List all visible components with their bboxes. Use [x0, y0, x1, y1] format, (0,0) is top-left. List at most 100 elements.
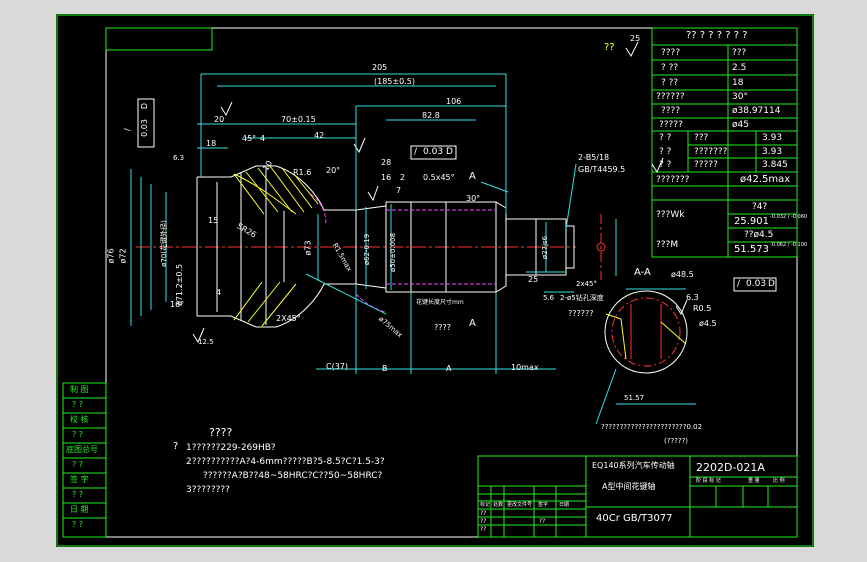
dim-b: B [382, 364, 388, 373]
spline-row-label: ? ?? [661, 78, 679, 88]
section-r05: R0.5 [693, 304, 712, 313]
spline-row-label: ???M [656, 240, 679, 250]
spline-row-value: 30° [732, 92, 748, 102]
section-note: ???????????????????????0.02 [601, 423, 703, 431]
spline-row-label: ? ?? [661, 63, 679, 73]
roughness-top-value: 25 [630, 34, 641, 43]
dim-185: (185±0.5) [374, 77, 415, 86]
spline-table-header: ?? ? ? ? ? ? ? [686, 30, 748, 41]
spline-row-value: ø38.97114 [732, 106, 781, 116]
dim-2x45: 2x45° [576, 280, 598, 288]
dim-4-b: 4 [216, 288, 222, 297]
dim-c37: C(37) [326, 362, 349, 371]
spline-row-label: ? ? [659, 160, 672, 170]
dim-phi71: ø71.2±0.5 [175, 263, 184, 306]
drawing-number: 2202D-021A [696, 461, 765, 474]
side-label: ? ? [72, 460, 84, 469]
dim-70-15: 70±0.15 [281, 115, 316, 124]
section-mark-a: A [469, 171, 476, 182]
spline-row-tolerance: -0.062 / -0.100 [770, 242, 808, 248]
spline-row-value-1: ??ø4.5 [744, 230, 774, 240]
tb-small-label: 阶 段 标 记 [696, 478, 721, 484]
dim-a: A [446, 364, 452, 373]
section-label: A-A [634, 267, 651, 278]
roughness-6-3: 6.3 [173, 154, 185, 162]
notes-line: 3???????? [186, 485, 230, 495]
tb-q-label: ?? [480, 526, 487, 533]
spline-row-value: ø42.5max [740, 174, 791, 185]
dim-phi62: ø62-0.19 [363, 233, 372, 266]
dim-25: 25 [528, 275, 539, 284]
dim-2x45-b: 2X45° [276, 314, 301, 323]
fcf-1-ref: D [140, 102, 150, 110]
material: 40Cr GB/T3077 [596, 513, 673, 524]
side-label: ? ? [72, 400, 84, 409]
spline-row-sub: ??? [694, 133, 709, 143]
dim-phi72: ø72 [118, 248, 128, 264]
section-phi48: ø48.5 [671, 270, 694, 279]
dim-205: 205 [372, 63, 388, 72]
dim-phi50: ø50±0.008 [389, 232, 398, 273]
dim-20deg: 20° [326, 166, 341, 175]
tb-small-label: 重 量 [748, 478, 760, 484]
spline-row-label: ? ? [659, 133, 672, 143]
section-phi45: ø4.5 [699, 319, 717, 328]
spline-row-value: 2.5 [732, 63, 747, 73]
spline-row-value-2: 51.573 [734, 244, 769, 255]
dim-4: 4 [260, 134, 266, 143]
dim-phi73: ø73 [303, 240, 313, 256]
side-label: 签 字 [70, 475, 89, 484]
dim-b5-note: 2-ø5钻孔深度 [560, 294, 604, 302]
dim-centre-hole: 2-B5/18 [578, 153, 610, 162]
section-paren: (?????) [664, 437, 689, 445]
drawing-sheet: ?? ? ? ? ? ? ? ?? 25 ???? ??? ? ?? 2.5 ?… [56, 14, 814, 547]
label-qqqq: ???? [434, 323, 451, 332]
side-label: 日 期 [70, 505, 89, 514]
spline-row-value: ??? [732, 48, 747, 58]
notes-line: ??????A?B??48~58HRC?C??50~58HRC? [203, 471, 383, 481]
section-mark-a-bottom: A [469, 318, 476, 329]
spline-row-value: 3.845 [762, 160, 788, 170]
dim-18: 18 [206, 139, 217, 148]
tb-q-label: ?? [480, 510, 487, 517]
dim-20: 20 [214, 115, 225, 124]
spline-row-label: ?????? [656, 92, 685, 102]
fcf-3-sym: / [737, 279, 741, 289]
dim-10max: 10max [511, 363, 539, 372]
spline-row-tolerance: -0.032 / -0.060 [770, 214, 808, 220]
spline-row-label: ? ? [659, 147, 672, 157]
side-label: 校 核 [70, 415, 89, 424]
dim-2: 2 [400, 173, 406, 182]
spline-row-value-1: ?4? [752, 202, 768, 212]
dim-106: 106 [446, 97, 462, 106]
spline-row-label: ???? [661, 48, 681, 58]
notes-title: ???? [209, 426, 233, 439]
spline-row-label: ???? [661, 106, 681, 116]
dim-5-6: 5.6 [543, 294, 555, 302]
spline-row-value: 3.93 [762, 147, 783, 157]
notes-line: 1??????229-269HB? [186, 443, 276, 453]
dim-15: 15 [208, 216, 219, 225]
roughness-header: ?? [604, 42, 615, 53]
tb-grid-label: 签字 [538, 502, 549, 508]
dim-gb4459: GB/T4459.5 [578, 165, 626, 174]
tb-q-label: ?? [539, 518, 546, 525]
spline-row-label: ??????? [656, 175, 690, 185]
tb-grid-label: 标记 [480, 502, 491, 508]
side-label: ? ? [72, 490, 84, 499]
roughness-12-5: 12.5 [198, 338, 214, 346]
side-label: ? ? [72, 520, 84, 529]
section-roughness: 6.3 [686, 293, 699, 302]
tb-grid-label: 处数 [493, 502, 504, 508]
note-spline-length: 花键长度尺寸mm [416, 299, 464, 306]
dim-phi70: ø70(花键外径) [159, 220, 168, 267]
spline-row-label: ???Wk [656, 210, 685, 220]
spline-row-value: 18 [732, 78, 744, 88]
dim-82-8: 82.8 [422, 111, 440, 120]
tb-grid-label: 更改文件号 [507, 502, 533, 508]
fcf-3-value: 0.03 [746, 279, 767, 289]
spline-row-value: ø45 [732, 120, 749, 130]
notes-q: ? [173, 441, 179, 452]
tb-grid-label: 日期 [559, 502, 570, 508]
dim-45deg: 45° [242, 134, 257, 143]
